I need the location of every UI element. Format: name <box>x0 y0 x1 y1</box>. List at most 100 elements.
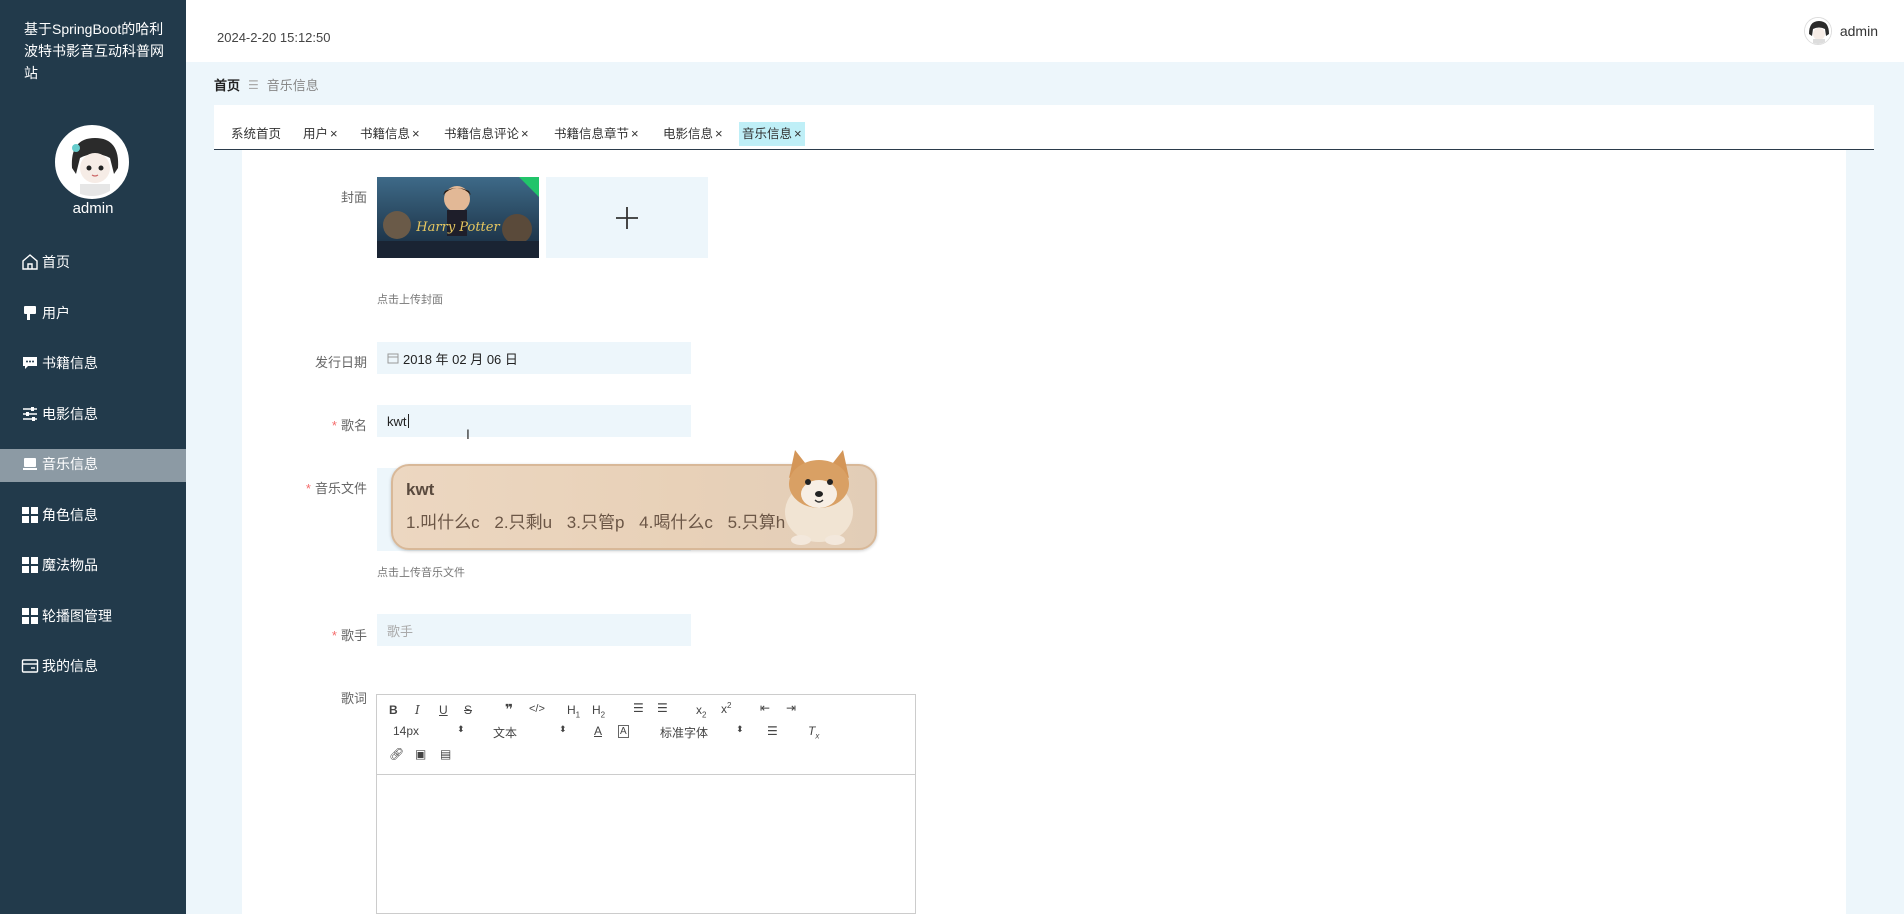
font-size-select[interactable]: 14px ⬍ <box>393 724 465 738</box>
grid-icon <box>20 505 40 525</box>
song-name-label: * 歌名 <box>331 418 367 433</box>
sidebar-item-movies[interactable]: 电影信息 <box>0 389 186 440</box>
breadcrumb-home[interactable]: 首页 <box>214 75 240 94</box>
tab-dashboard[interactable]: 系统首页 <box>228 122 284 146</box>
tab-movies[interactable]: 电影信息 × <box>660 122 726 146</box>
close-icon[interactable]: × <box>521 126 529 141</box>
song-name-input[interactable]: kwt <box>377 405 691 437</box>
sidebar-menu: 首页 用户 书籍信息 电影信息 音乐信息 角色信息 魔法物品 轮播图管理 我的信… <box>0 237 186 692</box>
sidebar-item-label: 首页 <box>42 254 70 271</box>
sidebar-item-label: 我的信息 <box>42 658 98 675</box>
tab-label: 系统首页 <box>231 127 282 141</box>
sidebar-item-label: 书籍信息 <box>42 355 98 372</box>
grid-icon <box>20 606 40 626</box>
ime-typed-text: kwt <box>406 480 435 499</box>
sidebar-item-my-info[interactable]: 我的信息 <box>0 641 186 692</box>
sidebar-item-label: 用户 <box>42 304 70 321</box>
sidebar-item-music[interactable]: 音乐信息 <box>0 439 186 490</box>
singer-label: * 歌手 <box>331 628 367 643</box>
bullet-list-icon[interactable]: ☰ <box>657 701 668 715</box>
sidebar-item-characters[interactable]: 角色信息 <box>0 490 186 541</box>
align-icon[interactable]: ☰ <box>767 724 778 738</box>
sidebar-item-label: 魔法物品 <box>42 557 98 574</box>
home-icon <box>20 252 40 272</box>
image-icon[interactable]: ▣ <box>415 747 426 761</box>
close-icon[interactable]: × <box>794 126 802 141</box>
sidebar-item-carousel[interactable]: 轮播图管理 <box>0 591 186 642</box>
breadcrumb-current: 音乐信息 <box>266 78 319 93</box>
quote-icon[interactable]: ❞ <box>505 701 513 718</box>
video-icon[interactable]: ▤ <box>440 747 451 761</box>
italic-icon[interactable]: I <box>415 703 420 717</box>
superscript-icon[interactable]: x2 <box>721 701 731 716</box>
bold-icon[interactable]: B <box>389 703 398 717</box>
breadcrumb: 首页 ☰ 音乐信息 <box>214 75 319 94</box>
release-date-label: 发行日期 <box>314 355 367 370</box>
tab-book-comments[interactable]: 书籍信息评论 × <box>441 122 532 146</box>
ime-candidate[interactable]: 2.只剩u <box>494 513 552 532</box>
music-file-hint: 点击上传音乐文件 <box>377 567 465 579</box>
tab-label: 用户 <box>303 127 329 141</box>
cover-image[interactable]: Harry Potter <box>377 177 539 258</box>
clear-format-icon[interactable]: Tx <box>808 724 819 740</box>
font-family-select[interactable]: 标准字体 ⬍ <box>660 724 746 741</box>
sidebar-item-label: 电影信息 <box>42 405 98 422</box>
ime-candidates: 1.叫什么c 2.只剩u 3.只管p 4.喝什么c 5.只算h ‹ › <box>406 508 826 533</box>
chevron-updown-icon: ⬍ <box>559 724 567 734</box>
release-date-value: 2018 年 02 月 06 日 <box>403 351 518 367</box>
lyrics-editor[interactable]: B I U S ❞ </> H1 H2 ☰ ☰ x2 x2 ⇤ ⇥ 14px ⬍ … <box>376 694 916 914</box>
h1-icon[interactable]: H1 <box>567 703 580 719</box>
tab-label: 书籍信息章节 <box>554 127 630 141</box>
close-icon[interactable]: × <box>631 126 639 141</box>
heading-select[interactable]: 文本 ⬍ <box>493 724 569 741</box>
user-menu[interactable]: admin <box>1803 17 1878 45</box>
sidebar-item-home[interactable]: 首页 <box>0 237 186 288</box>
tab-label: 音乐信息 <box>742 127 793 141</box>
close-icon[interactable]: × <box>412 126 420 141</box>
current-datetime: 2024-2-20 15:12:50 <box>217 30 331 45</box>
card-icon <box>20 656 40 676</box>
tab-user[interactable]: 用户 × <box>300 122 341 146</box>
ime-candidate[interactable]: 3.只管p <box>567 513 625 532</box>
ordered-list-icon[interactable]: ☰ <box>633 701 644 715</box>
underline-icon[interactable]: U <box>439 703 448 717</box>
shiba-dog-decoration <box>771 432 875 550</box>
outdent-icon[interactable]: ⇤ <box>760 701 770 715</box>
editor-toolbar: B I U S ❞ </> H1 H2 ☰ ☰ x2 x2 ⇤ ⇥ 14px ⬍ … <box>377 695 915 775</box>
ime-candidate[interactable]: 1.叫什么c <box>406 513 480 532</box>
calendar-icon <box>387 352 399 364</box>
sidebar-item-books[interactable]: 书籍信息 <box>0 338 186 389</box>
plus-icon <box>616 206 638 229</box>
background-color-icon[interactable]: A <box>618 725 629 738</box>
ime-candidate[interactable]: 4.喝什么c <box>639 513 713 532</box>
cover-hint: 点击上传封面 <box>377 294 443 306</box>
sidebar-item-user[interactable]: 用户 <box>0 288 186 339</box>
tab-label: 电影信息 <box>663 127 714 141</box>
tab-music[interactable]: 音乐信息 × <box>739 122 805 146</box>
cover-label: 封面 <box>340 190 367 205</box>
cover-upload-button[interactable] <box>546 177 708 258</box>
link-icon[interactable]: 🔗︎ <box>389 747 404 761</box>
release-date-picker[interactable]: 2018 年 02 月 06 日 <box>377 342 691 374</box>
sidebar: 基于SpringBoot的哈利波特书影音互动科普网站 admin 首页 用户 书… <box>0 0 186 914</box>
strikethrough-icon[interactable]: S <box>464 703 472 717</box>
h2-icon[interactable]: H2 <box>592 703 605 719</box>
sliders-icon <box>20 404 40 424</box>
sidebar-item-label: 音乐信息 <box>42 456 98 473</box>
tab-books[interactable]: 书籍信息 × <box>357 122 423 146</box>
chat-icon <box>20 353 40 373</box>
sidebar-item-magic-items[interactable]: 魔法物品 <box>0 540 186 591</box>
indent-icon[interactable]: ⇥ <box>786 701 796 715</box>
close-icon[interactable]: × <box>715 126 723 141</box>
code-icon[interactable]: </> <box>529 703 545 715</box>
tab-bar: 系统首页 用户 × 书籍信息 × 书籍信息评论 × 书籍信息章节 × 电影信息 × 音乐信… <box>214 105 1874 150</box>
close-icon[interactable]: × <box>330 126 338 141</box>
singer-input[interactable]: 歌手 <box>377 614 691 646</box>
font-color-icon[interactable]: A <box>594 724 602 738</box>
subscript-icon[interactable]: x2 <box>696 703 706 719</box>
sidebar-username: admin <box>72 200 114 217</box>
avatar <box>1803 17 1832 45</box>
top-bar: 2024-2-20 15:12:50 admin <box>186 0 1904 62</box>
tab-book-chapters[interactable]: 书籍信息章节 × <box>551 122 642 146</box>
menu-icon: ☰ <box>248 77 259 92</box>
